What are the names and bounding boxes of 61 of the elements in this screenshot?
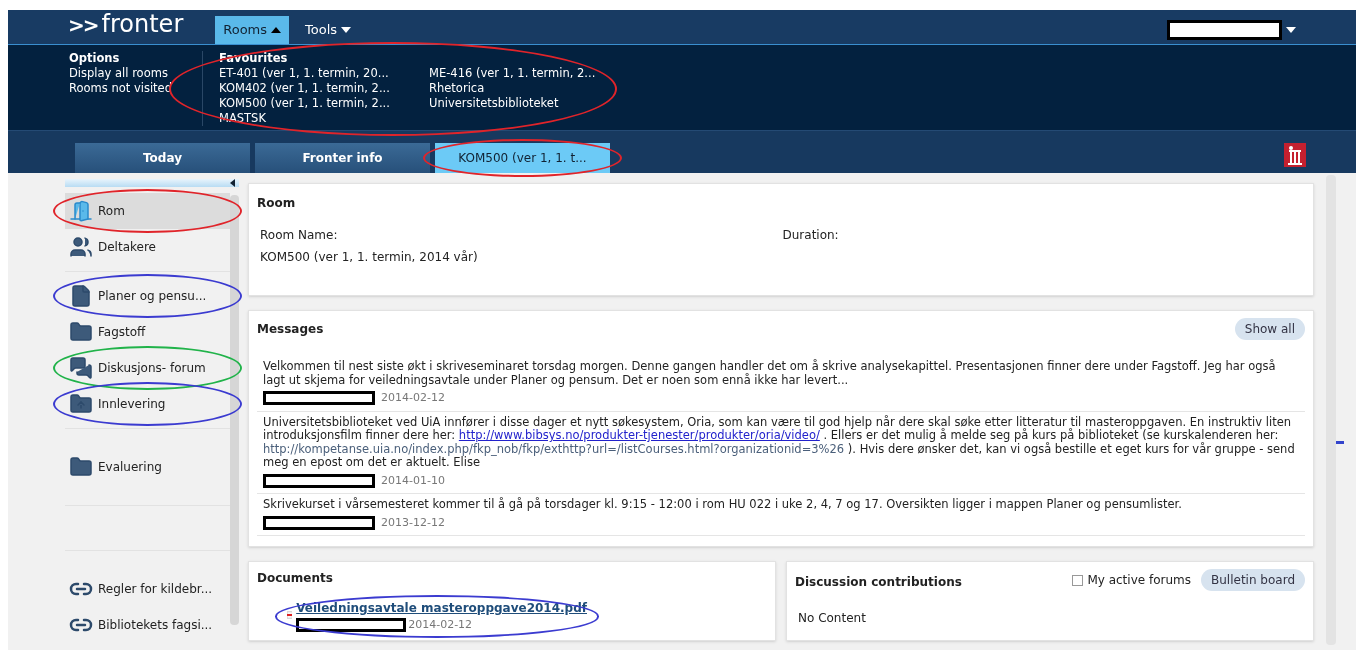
room-link[interactable]: Universitetsbiblioteket — [429, 96, 609, 111]
caret-icon — [1286, 27, 1296, 33]
sidebar-item[interactable]: Planer og pensu... — [65, 278, 230, 314]
field-label: Duration: — [782, 227, 840, 244]
sidebar-item[interactable]: Rom — [65, 193, 230, 229]
menu-tab[interactable]: Rooms — [215, 16, 290, 44]
empty-text: No Content — [797, 611, 866, 625]
document-link[interactable]: Veiledningsavtale masteroppgave2014.pdf — [296, 599, 587, 617]
menu-tab[interactable]: Tools — [297, 16, 360, 44]
logo-arrows: >> — [68, 12, 98, 39]
message-text: Skrivekurset i vårsemesteret kommer til å gå på torsdager kl. 9:15 - 12:00 i rom HU 022 i uke 2, 4, 7 og 17. Oversikten ligger i mappen Planer og pensumlister. — [263, 498, 1183, 512]
card-title: Messages — [257, 321, 324, 338]
field-label: Room Name: — [260, 227, 339, 244]
message-link[interactable]: http://www.bibsys.no/produkter-tjenester/produkter/oria/video/ — [458, 428, 820, 442]
sidebar-item[interactable]: Innlevering — [65, 386, 230, 422]
scroll-marker — [1336, 441, 1344, 444]
column-logo-icon — [1284, 143, 1306, 167]
room-tab[interactable]: KOM500 (ver 1, 1. t... — [435, 143, 610, 173]
message-text: Velkommen til nest siste økt i skriveseminaret torsdag morgen. Denne gangen handler det om å skrive analysekapittel. Presentasjonen finner dere under Fagstoff. Jeg har også lagt ut skjema for veiledningsavtale under Planer og pensum. Det er noen som ennå ikke har levert... — [263, 360, 1277, 387]
sidebar-item[interactable]: Deltakere — [65, 229, 230, 265]
sidebar-item[interactable]: Bibliotekets fagsi... — [65, 607, 230, 643]
room-link[interactable]: Rhetorica — [429, 81, 609, 96]
upload-folder-icon — [69, 392, 93, 416]
sidebar-item[interactable]: Regler for kildebr... — [65, 571, 230, 607]
folder-icon — [69, 455, 93, 479]
menu-link[interactable]: Display all rooms — [69, 66, 202, 81]
door-icon — [69, 199, 93, 223]
folder-icon — [69, 320, 93, 344]
document-icon — [69, 284, 93, 308]
room-link[interactable]: ET-401 (ver 1, 1. termin, 20... — [219, 66, 399, 81]
logo-text: fronter — [101, 12, 184, 36]
room-link[interactable]: MASTSK — [219, 111, 399, 126]
checkbox[interactable] — [1072, 574, 1084, 586]
message-text: Universitetsbiblioteket ved UiA innfører i disse dager et nytt søkesystem, Oria, som kan være til god hjelp når dere skal søke etter litteratur til masteroppgaven. En instruktiv liten introduksjonsfilm finner dere her: http://www.bibsys.no/produkter-tjenester/produkter/oria/video/ . Ellers er det mulig å melde seg på kurs på biblioteket (se kurskalenderen her: http://kompetanse.uia.no/index.php/fkp_nob/fkp/exthttp?url=/listCourses.html?organizationid=3%26 ). Hvis dere ønsker det, kan vi også bestille et eget kurs for vår gruppe - send meg en epost om det er aktuelt. Elise — [263, 415, 1296, 470]
document-date: 2014-02-12 — [408, 617, 473, 633]
room-link[interactable]: KOM402 (ver 1, 1. termin, 2... — [219, 81, 399, 96]
room-tab[interactable]: Fronter info — [255, 143, 430, 173]
room-link[interactable]: KOM500 (ver 1, 1. termin, 2... — [219, 96, 399, 111]
room-link[interactable]: ME-416 (ver 1, 1. termin, 2... — [429, 66, 609, 81]
card-title: Room — [257, 195, 297, 212]
pdf-icon — [287, 609, 293, 621]
sidebar-item[interactable]: Fagstoff — [65, 314, 230, 350]
card-title: Discussion contributions — [795, 574, 962, 591]
card-title: Documents — [257, 570, 334, 587]
people-icon — [69, 235, 93, 259]
caret-icon — [271, 27, 282, 33]
sidebar-item[interactable]: Evaluering — [65, 449, 230, 485]
sidebar-item[interactable]: Diskusjons- forum — [65, 350, 230, 386]
people-chat-icon — [69, 356, 93, 380]
message-date: 2013-12-12 — [381, 514, 445, 531]
menu-heading: Favourites — [219, 51, 289, 66]
field-value: KOM500 (ver 1, 1. termin, 2014 vår) — [260, 249, 479, 266]
message-date: 2014-02-12 — [381, 390, 445, 406]
show-all-button[interactable]: Show all — [1234, 318, 1305, 340]
bulletin-board-button[interactable]: Bulletin board — [1201, 569, 1305, 591]
caret-icon — [341, 27, 352, 33]
collapse-icon — [230, 179, 235, 187]
checkbox-label: My active forums — [1087, 572, 1191, 589]
menu-heading: Options — [69, 51, 121, 66]
message-date: 2014-01-10 — [381, 472, 445, 489]
room-tab[interactable]: Today — [75, 143, 250, 173]
